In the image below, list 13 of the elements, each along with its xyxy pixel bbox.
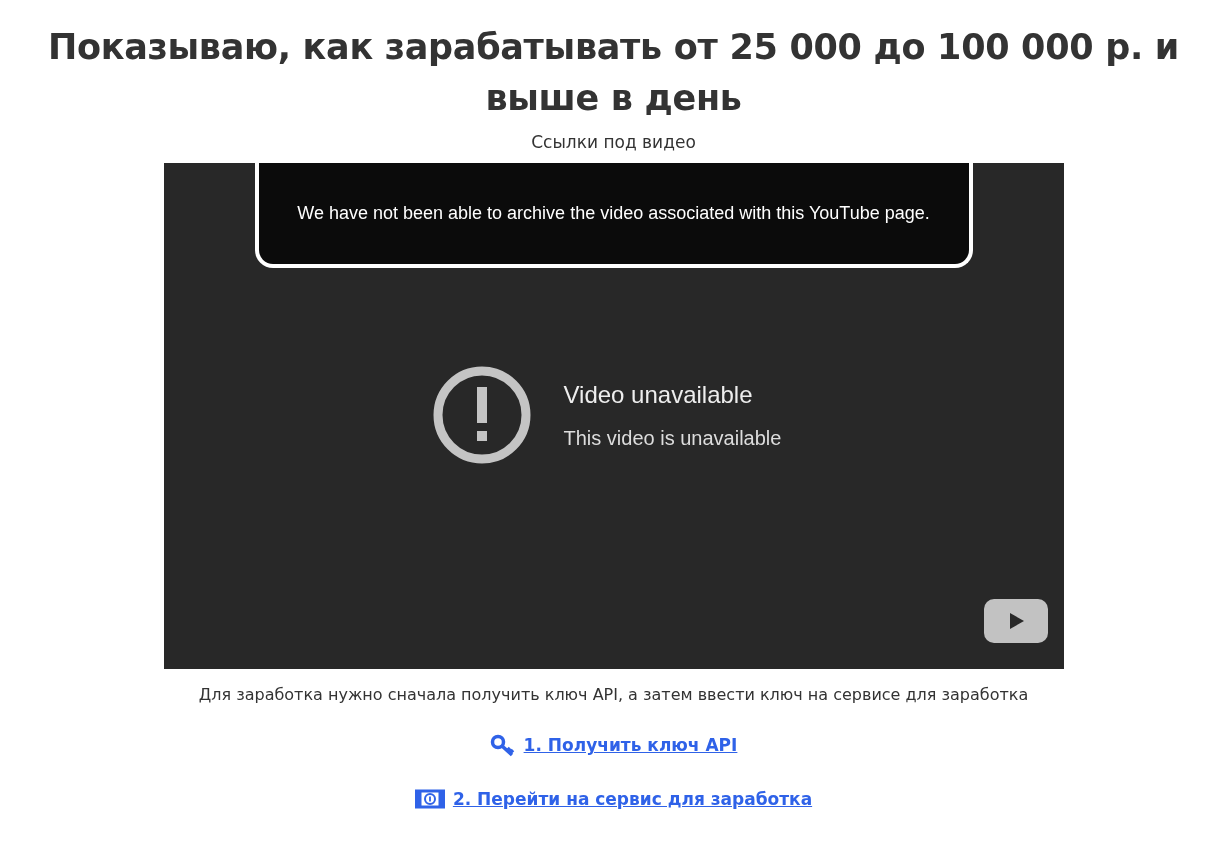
- warning-icon: [431, 365, 532, 465]
- link[interactable]: 2. Перейти на сервис для заработка: [452, 786, 813, 812]
- video-player[interactable]: We have not been able to archive the video associated with this YouTube page. Video unavailable This video is unavailable: [163, 163, 1064, 669]
- link[interactable]: 1. Получить ключ API: [523, 733, 738, 759]
- key-icon: [489, 733, 516, 758]
- error-title: Video unavailable: [563, 380, 754, 410]
- banknote-icon: [414, 789, 445, 810]
- archive-notice: We have not been able to archive the video associated with this YouTube page.: [254, 163, 973, 268]
- play-icon[interactable]: [983, 599, 1048, 643]
- page-title: Показываю, как зарабатывать от 25 000 до 100 000 р. и выше в день: [46, 26, 1181, 120]
- error-message: This video is unavailable: [563, 426, 782, 451]
- description: Для заработка нужно сначала получить ключ API, а затем ввести ключ на сервисе для заработка: [197, 684, 1030, 706]
- subtitle: Ссылки под видео: [530, 130, 697, 154]
